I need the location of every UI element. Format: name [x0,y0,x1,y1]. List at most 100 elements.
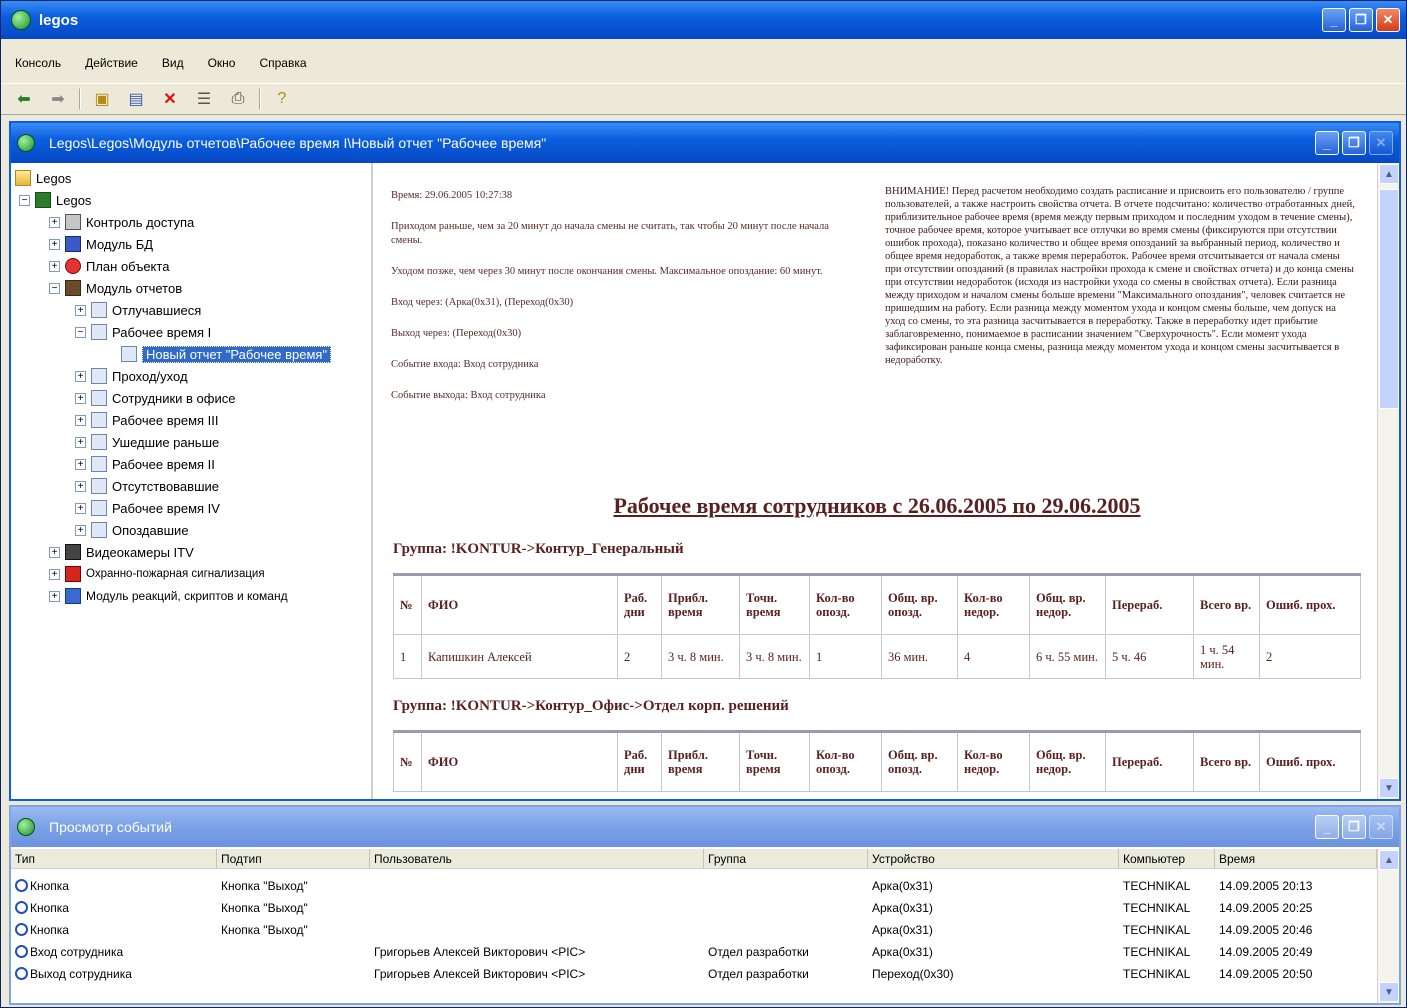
collapse-icon[interactable]: − [49,282,60,294]
tree-node-legos[interactable]: − Legos [11,189,371,211]
events-minimize-button[interactable]: _ [1315,815,1339,839]
tree-node-report[interactable]: + Рабочее время II [11,453,371,475]
expand-icon[interactable]: + [49,216,60,228]
print-icon[interactable]: ⎙ [225,87,251,111]
col-header: Общ. вр. недор. [1029,730,1106,792]
col-header: Всего вр. [1193,573,1260,635]
event-row[interactable]: Кнопка Кнопка "Выход" Арка(0х31) TECHNIK… [11,919,1379,941]
scroll-down-icon[interactable]: ▼ [1379,778,1399,798]
tree-node-report[interactable]: + Отсутствовавшие [11,475,371,497]
expand-icon[interactable]: + [75,370,86,382]
app-window: legos _ ❐ ✕ Консоль Действие Вид Окно Сп… [0,0,1407,1008]
event-table-header: Тип Подтип Пользователь Группа Устройств… [11,849,1379,869]
group-heading: Группа: !KONTUR->Контур_Генеральный [393,541,684,557]
menu-console[interactable]: Консоль [15,56,61,70]
back-arrow-icon[interactable]: ⬅ [11,87,37,111]
event-row[interactable]: Кнопка Кнопка "Выход" Арка(0х31) TECHNIK… [11,897,1379,919]
menu-action[interactable]: Действие [85,56,138,70]
tree-node-report[interactable]: + Отлучавшиеся [11,299,371,321]
tree-node-access-control[interactable]: + Контроль доступа [11,211,371,233]
scroll-down-icon[interactable]: ▼ [1379,982,1399,1002]
events-scrollbar[interactable]: ▲ ▼ [1377,849,1399,1003]
collapse-icon[interactable]: − [19,194,30,206]
expand-icon[interactable]: + [75,524,86,536]
col-header: Прибл. время [661,573,740,635]
tree-node-report-module[interactable]: − Модуль отчетов [11,277,371,299]
col-subtype[interactable]: Подтип [217,849,370,868]
arrival-rule: Приходом раньше, чем за 20 минут до нача… [391,221,829,246]
collapse-icon[interactable]: − [75,326,86,338]
tree-node-label: Отлучавшиеся [112,302,202,318]
event-row[interactable]: Вход сотрудника Григорьев Алексей Виктор… [11,941,1379,963]
expand-icon[interactable]: + [75,480,86,492]
report-window: Legos\Legos\Модуль отчетов\Рабочее время… [9,121,1401,801]
document-icon [121,346,137,362]
event-user: Григорьев Алексей Викторович <PIC> [374,967,586,981]
menu-help[interactable]: Справка [259,56,306,70]
col-group[interactable]: Группа [704,849,868,868]
scroll-up-icon[interactable]: ▲ [1379,850,1399,870]
expand-icon[interactable]: + [49,238,60,250]
tree-node-root[interactable]: Legos [11,167,371,189]
forward-arrow-icon[interactable]: ➡ [45,87,71,111]
tree-node-cameras[interactable]: + Видеокамеры ITV [11,541,371,563]
event-user [370,875,704,897]
info-icon [15,966,28,980]
tree-node-report[interactable]: + Ушедшие раньше [11,431,371,453]
tree-node-report[interactable]: + Проход/уход [11,365,371,387]
expand-icon[interactable]: + [49,590,60,602]
child-minimize-button[interactable]: _ [1315,131,1339,155]
expand-icon[interactable]: + [75,414,86,426]
tree-node-report[interactable]: − Рабочее время I [11,321,371,343]
col-user[interactable]: Пользователь [370,849,704,868]
events-close-button[interactable]: ✕ [1369,815,1393,839]
event-device: Арка(0х31) [872,945,933,959]
tree-node-label: Охранно-пожарная сигнализация [86,568,265,580]
tree-node-new-report[interactable]: Новый отчет "Рабочее время" [11,343,371,365]
tree-node-report[interactable]: + Сотрудники в офисе [11,387,371,409]
child-close-button[interactable]: ✕ [1369,131,1393,155]
expand-icon[interactable]: + [49,260,60,272]
camera-icon [65,544,81,560]
event-row[interactable]: Выход сотрудника Григорьев Алексей Викто… [11,963,1379,985]
menu-window[interactable]: Окно [208,56,236,70]
menu-view[interactable]: Вид [162,56,184,70]
tree-node-scripts[interactable]: + Модуль реакций, скриптов и команд [11,585,371,607]
delete-icon[interactable]: ✕ [157,87,183,111]
selected-tree-label: Новый отчет "Рабочее время" [142,345,332,363]
report-icon [91,302,107,318]
tree-node-floor-plan[interactable]: + План объекта [11,255,371,277]
close-button[interactable]: ✕ [1376,8,1400,32]
show-tree-icon[interactable]: ▤ [123,87,149,111]
events-maximize-button[interactable]: ❐ [1342,815,1366,839]
report-icon [91,500,107,516]
tree-node-report[interactable]: + Опоздавшие [11,519,371,541]
up-folder-icon[interactable]: ▣ [89,87,115,111]
properties-icon[interactable]: ☰ [191,87,217,111]
expand-icon[interactable]: + [75,304,86,316]
child-maximize-button[interactable]: ❐ [1342,131,1366,155]
expand-icon[interactable]: + [49,568,60,580]
expand-icon[interactable]: + [75,392,86,404]
col-device[interactable]: Устройство [868,849,1119,868]
col-computer[interactable]: Компьютер [1119,849,1215,868]
maximize-button[interactable]: ❐ [1349,8,1373,32]
tree-node-report[interactable]: + Рабочее время III [11,409,371,431]
expand-icon[interactable]: + [75,502,86,514]
expand-icon[interactable]: + [75,436,86,448]
help-icon[interactable]: ? [269,87,295,111]
report-scrollbar[interactable]: ▲ ▼ [1377,163,1399,799]
tree-node-db-module[interactable]: + Модуль БД [11,233,371,255]
minimize-button[interactable]: _ [1322,8,1346,32]
expand-icon[interactable]: + [49,546,60,558]
expand-icon[interactable]: + [75,458,86,470]
col-time[interactable]: Время [1215,849,1377,868]
tree-node-fire-alarm[interactable]: + Охранно-пожарная сигнализация [11,563,371,585]
col-type[interactable]: Тип [11,849,217,868]
scroll-thumb[interactable] [1379,189,1399,409]
report-time: Время: 29.06.2005 10:27:38 [391,190,513,201]
event-row[interactable]: Кнопка Кнопка "Выход" Арка(0х31) TECHNIK… [11,875,1379,897]
scroll-up-icon[interactable]: ▲ [1379,164,1399,184]
tree-node-report[interactable]: + Рабочее время IV [11,497,371,519]
tree-node-label: Модуль БД [86,236,154,252]
